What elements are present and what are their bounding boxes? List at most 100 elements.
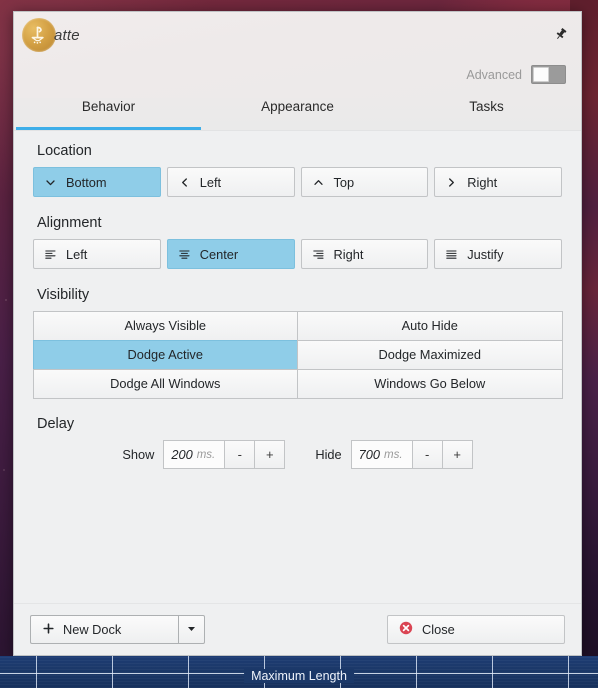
visibility-option-label: Dodge All Windows [110,376,221,391]
visibility-option-label: Dodge Maximized [378,347,481,362]
visibility-option-auto-hide[interactable]: Auto Hide [297,310,563,341]
tab-active-indicator [16,127,201,130]
location-option-left[interactable]: Left [166,167,295,197]
close-label: Close [422,622,455,637]
show-delay-increment[interactable]: + [255,440,286,469]
latte-settings-window: atte Advanced Behavior Appearance Tasks … [13,11,582,656]
delay-section-title: Delay [37,416,75,432]
visibility-section: Visibility Always Visible Auto Hide Dodg… [32,287,563,399]
toggle-knob [533,67,549,82]
visibility-option-windows-go-below[interactable]: Windows Go Below [297,368,563,399]
plus-icon: + [266,447,274,462]
pin-icon[interactable] [551,24,571,44]
delay-section: Delay Show 200 ms. - + Hide 700 ms. - + [33,416,562,469]
visibility-option-dodge-maximized[interactable]: Dodge Maximized [297,339,563,370]
location-option-right[interactable]: Right [434,167,562,197]
close-button[interactable]: Close [387,615,565,644]
tab-appearance[interactable]: Appearance [203,98,392,130]
visibility-option-grid: Always Visible Auto Hide Dodge Active Do… [32,310,563,399]
ruler-tick [416,656,417,688]
visibility-option-label: Dodge Active [127,347,203,362]
chevron-right-icon [445,176,458,189]
ruler-tick [36,656,37,688]
visibility-section-title: Visibility [37,287,90,303]
plus-icon [42,622,55,638]
minus-icon: - [425,447,430,462]
align-left-icon [44,248,57,261]
ruler-tick [568,656,569,688]
tab-tasks-label: Tasks [469,99,504,114]
align-center-icon [178,248,191,261]
new-dock-button[interactable]: New Dock [30,615,178,644]
hide-delay-spinner: 700 ms. - + [350,440,473,469]
window-footer: New Dock Close [14,603,581,655]
tab-bar: Behavior Appearance Tasks [14,98,581,130]
error-circle-icon [399,621,413,638]
ruler-label: Maximum Length [244,669,354,683]
location-option-label: Top [333,174,355,190]
show-delay-unit: ms. [196,448,216,461]
advanced-toggle[interactable] [531,65,566,84]
location-section-title: Location [37,143,92,159]
alignment-option-right[interactable]: Right [300,239,429,269]
alignment-option-center[interactable]: Center [166,239,295,269]
alignment-option-justify[interactable]: Justify [434,239,562,269]
tab-appearance-label: Appearance [261,99,334,114]
app-name-label: atte [54,26,80,44]
new-dock-label: New Dock [63,622,122,637]
chevron-left-icon [178,176,191,189]
alignment-option-label: Right [333,246,364,262]
new-dock-button-group: New Dock [30,615,205,644]
location-option-row: Bottom Left Top Right [33,167,562,197]
hide-delay-increment[interactable]: + [442,440,473,469]
location-option-label: Bottom [66,174,107,190]
show-delay-input[interactable]: 200 ms. [163,440,226,469]
alignment-option-label: Center [199,246,239,262]
delay-controls-row: Show 200 ms. - + Hide 700 ms. - + [33,440,562,469]
latte-logo-icon [22,18,56,52]
hide-delay-label: Hide [315,447,342,462]
visibility-option-label: Auto Hide [401,318,458,333]
alignment-option-label: Left [66,246,88,262]
hide-delay-unit: ms. [384,448,403,461]
minus-icon: - [237,447,243,462]
maximum-length-ruler[interactable]: Maximum Length [0,656,598,688]
location-section: Location Bottom Left Top Right [33,143,562,197]
location-option-bottom[interactable]: Bottom [33,167,161,197]
desktop-wallpaper: atte Advanced Behavior Appearance Tasks … [0,0,598,688]
chevron-up-icon [312,176,325,189]
hide-delay-value: 700 [358,447,381,462]
hide-delay-decrement[interactable]: - [412,440,443,469]
location-option-top[interactable]: Top [300,167,429,197]
triangle-down-icon [186,622,197,637]
window-header: atte Advanced [14,12,581,98]
visibility-option-label: Always Visible [124,318,207,333]
chevron-down-icon [44,176,57,189]
alignment-option-left[interactable]: Left [33,239,161,269]
tab-behavior-label: Behavior [81,99,136,114]
advanced-label: Advanced [466,67,522,82]
tab-tasks[interactable]: Tasks [392,98,581,130]
tab-behavior[interactable]: Behavior [14,98,203,130]
visibility-option-always-visible[interactable]: Always Visible [32,310,298,341]
ruler-tick [112,656,113,688]
visibility-option-dodge-active[interactable]: Dodge Active [32,339,298,370]
app-brand: atte [22,18,80,52]
alignment-option-row: Left Center Right Justify [33,239,562,269]
ruler-tick [188,656,189,688]
show-delay-decrement[interactable]: - [225,440,256,469]
show-delay-label: Show [122,447,155,462]
show-delay-value: 200 [171,447,193,462]
ruler-tick [492,656,493,688]
new-dock-dropdown-button[interactable] [178,615,205,644]
visibility-option-label: Windows Go Below [374,376,486,391]
hide-delay-input[interactable]: 700 ms. [350,440,413,469]
alignment-section: Alignment Left Center Right Justify [33,215,562,269]
settings-content: Location Bottom Left Top Right Alignment… [14,130,581,603]
align-right-icon [312,248,325,261]
show-delay-spinner: 200 ms. - + [163,440,286,469]
alignment-section-title: Alignment [37,215,102,231]
plus-icon: + [453,447,461,462]
visibility-option-dodge-all-windows[interactable]: Dodge All Windows [32,368,298,399]
location-option-label: Left [199,174,222,190]
